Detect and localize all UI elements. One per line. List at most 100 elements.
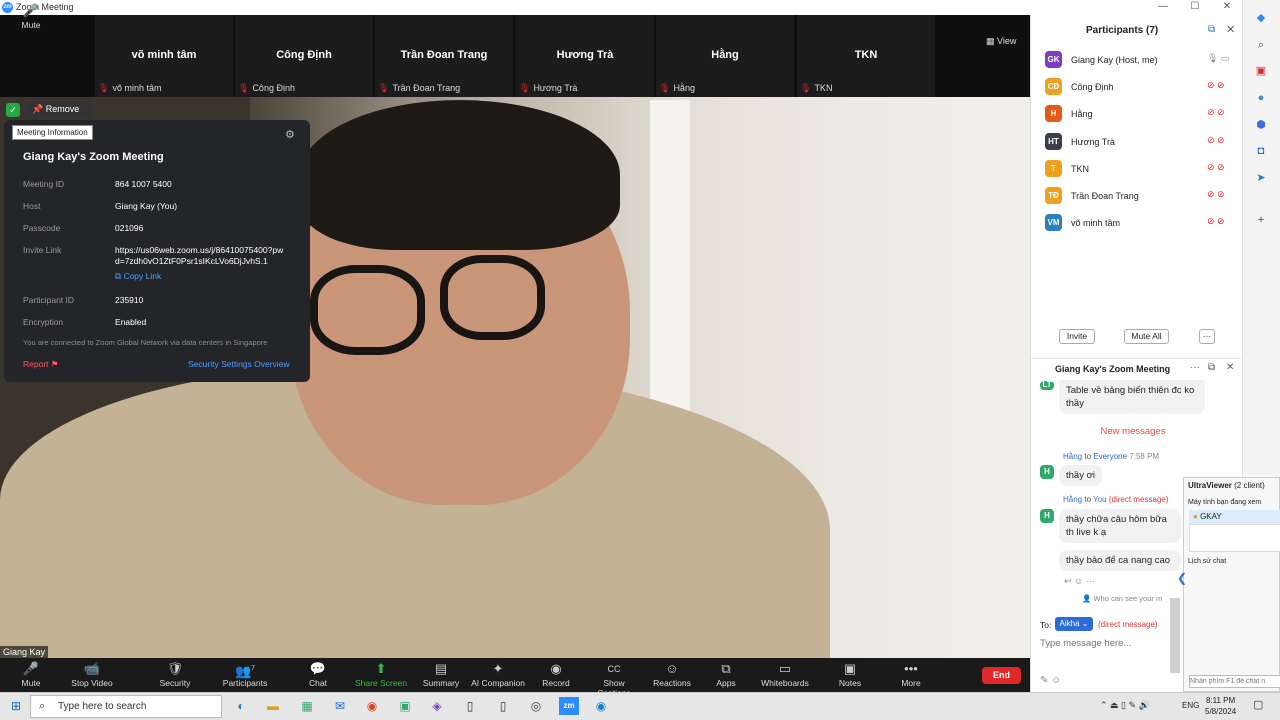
ultraviewer-title: UltraViewer (2 client) bbox=[1188, 481, 1265, 490]
notification-icon[interactable]: ▢ bbox=[1253, 698, 1263, 711]
add-icon[interactable]: + bbox=[1253, 212, 1269, 228]
minimize-icon[interactable]: — bbox=[1156, 1, 1170, 13]
muted-mic-camera-icon[interactable]: ⊘ ⊘ bbox=[1207, 107, 1225, 118]
ultraviewer-taskbar-icon[interactable]: ◉ bbox=[591, 697, 611, 715]
mail-icon[interactable]: ✉ bbox=[330, 697, 350, 715]
participant-row[interactable]: CĐ Công Định ⊘ ⊘ bbox=[1045, 78, 1235, 100]
system-tray-icons[interactable]: ⌃ ⏏ ▯ ✎ 🔊 bbox=[1100, 700, 1150, 711]
ultraviewer-entry[interactable]: ● GKAY bbox=[1189, 510, 1280, 524]
chat-popout-icon[interactable]: ⧉ bbox=[1208, 362, 1215, 373]
record-button[interactable]: ◉ Record bbox=[540, 660, 572, 688]
participant-tile[interactable]: võ minh tâm 🎙 võ minh tâm bbox=[95, 15, 233, 97]
muted-mic-camera-icon[interactable]: ⊘ ⊘ bbox=[1207, 162, 1225, 173]
chat-button[interactable]: 💬 Chat bbox=[302, 660, 334, 688]
mic-camera-icon[interactable]: 🎙 ▭ bbox=[1207, 53, 1229, 64]
tile-label: 🎙 Hằng bbox=[659, 83, 695, 93]
network-note: You are connected to Zoom Global Network… bbox=[23, 338, 268, 347]
muted-mic-camera-icon[interactable]: ⊘ ⊘ bbox=[1207, 80, 1225, 91]
settings-gear-icon[interactable]: ⚙ bbox=[285, 128, 295, 141]
taskbar-clock[interactable]: 8:11 PM 5/8/2024 bbox=[1205, 695, 1236, 717]
report-link[interactable]: Report ⚑ bbox=[23, 359, 59, 370]
chat-close-icon[interactable]: ✕ bbox=[1226, 362, 1234, 373]
app-icon[interactable]: ▣ bbox=[395, 697, 415, 715]
security-shield-icon[interactable]: ✓ bbox=[6, 103, 20, 117]
send-icon[interactable]: ➤ bbox=[1253, 170, 1269, 186]
toolbox-icon[interactable]: ▣ bbox=[1253, 63, 1269, 79]
participant-row[interactable]: H Hằng ⊘ ⊘ bbox=[1045, 105, 1235, 127]
security-overview-link[interactable]: Security Settings Overview bbox=[188, 359, 290, 369]
file-explorer-icon[interactable]: ▬ bbox=[263, 697, 283, 715]
close-panel-icon[interactable]: ✕ bbox=[1226, 23, 1235, 36]
participant-row[interactable]: HT Hương Trà ⊘ ⊘ bbox=[1045, 133, 1235, 155]
chat-app-icon[interactable]: ◎ bbox=[526, 697, 546, 715]
language-indicator[interactable]: ENG bbox=[1182, 701, 1199, 710]
more-button[interactable]: ••• More bbox=[897, 660, 925, 688]
taskbar-search-input[interactable]: ⌕ Type here to search bbox=[30, 695, 222, 718]
view-button[interactable]: ▦ View bbox=[986, 36, 1016, 47]
people-icon[interactable]: ● bbox=[1253, 90, 1269, 106]
copilot-icon[interactable]: ◆ bbox=[1253, 10, 1269, 26]
invite-link-value[interactable]: https://us06web.zoom.us/j/86410075400?pw… bbox=[115, 245, 287, 267]
participant-tile[interactable]: Công Định 🎙 Công Định bbox=[235, 15, 373, 97]
format-emoji-icon[interactable]: ✎ ☺ bbox=[1040, 675, 1061, 686]
muted-mic-camera-icon[interactable]: ⊘ ⊘ bbox=[1207, 135, 1225, 146]
muted-mic-camera-icon[interactable]: ⊘ ⊘ bbox=[1207, 216, 1225, 227]
chat-more-icon[interactable]: ··· bbox=[1190, 362, 1200, 373]
notes-button[interactable]: ▣ Notes bbox=[836, 660, 864, 688]
tile-label: 🎙 võ minh tâm bbox=[98, 83, 162, 93]
whiteboards-button[interactable]: ▭ Whiteboards bbox=[761, 660, 809, 688]
zoom-taskbar-icon[interactable]: zm bbox=[559, 697, 579, 715]
invite-button[interactable]: Invite bbox=[1059, 329, 1095, 344]
copy-link-button[interactable]: ⧉ Copy Link bbox=[115, 271, 295, 282]
chrome-icon[interactable]: ◉ bbox=[362, 697, 382, 715]
participant-tile[interactable]: Hương Trà 🎙 Hương Trà bbox=[516, 15, 654, 97]
apps-button[interactable]: ⧉ Apps bbox=[713, 660, 739, 688]
stop-video-button[interactable]: 📹 Stop Video bbox=[68, 660, 116, 688]
office-icon[interactable]: ⬢ bbox=[1253, 117, 1269, 133]
chat-title: Giang Kay's Zoom Meeting bbox=[1055, 364, 1171, 374]
ultraviewer-handle[interactable] bbox=[1170, 598, 1180, 673]
edge-icon[interactable]: ◐ bbox=[231, 697, 251, 715]
ultraviewer-chat-input[interactable] bbox=[1189, 675, 1280, 688]
chat-message-input[interactable] bbox=[1040, 636, 1140, 650]
summary-button[interactable]: ▤ Summary bbox=[421, 660, 461, 688]
ai-companion-button[interactable]: ✦ AI Companion bbox=[470, 660, 526, 688]
outlook-icon[interactable]: ◘ bbox=[1253, 143, 1269, 159]
participant-tile[interactable]: TKN 🎙 TKN bbox=[797, 15, 935, 97]
participants-button[interactable]: 👥7 Participants bbox=[222, 660, 268, 688]
phone-icon[interactable]: ▯ bbox=[460, 697, 480, 715]
mute-button[interactable]: 🎤 Mute bbox=[15, 2, 47, 30]
share-screen-button[interactable]: ⬆ Share Screen bbox=[355, 660, 407, 688]
close-window-icon[interactable]: ✕ bbox=[1220, 1, 1234, 13]
ultraviewer-collapse-icon[interactable]: ❮ bbox=[1177, 571, 1187, 585]
participant-row[interactable]: GK Giang Kay (Host, me) 🎙 ▭ bbox=[1045, 51, 1235, 73]
remove-pin-button[interactable]: 📌 Remove Pin bbox=[26, 101, 93, 131]
participant-row[interactable]: T TKN ⊘ ⊘ bbox=[1045, 160, 1235, 182]
participant-tile[interactable]: Hằng 🎙 Hằng bbox=[656, 15, 794, 97]
recipient-dropdown[interactable]: Aikha ⌄ bbox=[1055, 617, 1093, 631]
maximize-icon[interactable]: ☐ bbox=[1188, 1, 1202, 13]
mute-all-button[interactable]: Mute All bbox=[1124, 329, 1169, 344]
participant-name: Hương Trà bbox=[1071, 137, 1115, 147]
mute-button[interactable]: 🎤 Mute bbox=[15, 660, 47, 688]
info-label: Meeting ID bbox=[23, 179, 65, 189]
popout-icon[interactable]: ⧉ bbox=[1208, 24, 1215, 35]
device-icon[interactable]: ▯ bbox=[493, 697, 513, 715]
search-icon[interactable]: ⌕ bbox=[1253, 37, 1269, 53]
end-meeting-button[interactable]: End bbox=[982, 667, 1021, 684]
reactions-button[interactable]: ☺ Reactions bbox=[653, 660, 691, 688]
app-icon[interactable]: ◈ bbox=[427, 697, 447, 715]
muted-mic-camera-icon[interactable]: ⊘ ⊘ bbox=[1207, 189, 1225, 200]
tile-name: Công Định bbox=[276, 49, 332, 61]
window-title-bar: zm Zoom Meeting — ☐ ✕ bbox=[0, 0, 1280, 15]
who-can-see-note[interactable]: 👤 Who can see your m bbox=[1082, 594, 1162, 603]
windows-start-icon[interactable]: ⊞ bbox=[6, 697, 26, 715]
security-button[interactable]: 🛡 Security bbox=[157, 660, 193, 688]
participant-tile[interactable]: Trần Đoan Trang 🎙 Trần Đoan Trang bbox=[375, 15, 513, 97]
reply-react-more-icon[interactable]: ↩ ☺ ··· bbox=[1064, 576, 1095, 587]
avatar: TĐ bbox=[1045, 187, 1062, 204]
participant-row[interactable]: TĐ Trần Đoan Trang ⊘ ⊘ bbox=[1045, 187, 1235, 209]
store-icon[interactable]: ▦ bbox=[297, 697, 317, 715]
participants-more-button[interactable]: ··· bbox=[1199, 329, 1215, 344]
participant-row[interactable]: VM võ minh tâm ⊘ ⊘ bbox=[1045, 214, 1235, 236]
